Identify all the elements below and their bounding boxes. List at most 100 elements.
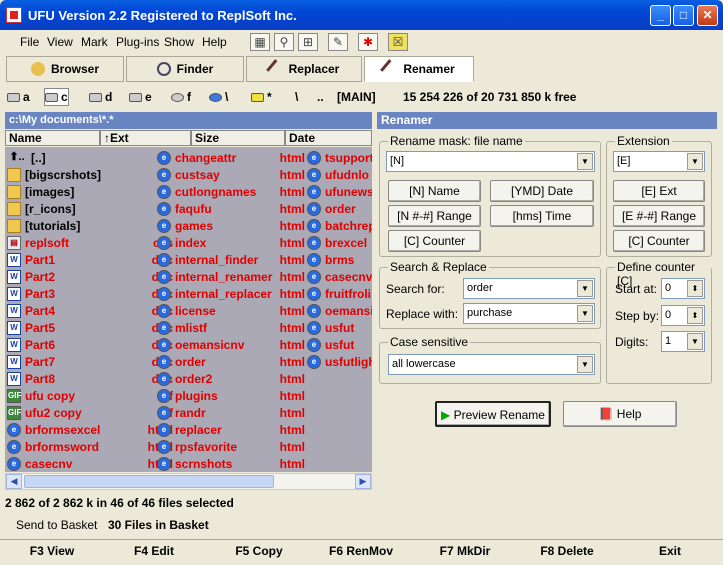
list-item[interactable]: WPart3doc: [7, 285, 179, 302]
preview-rename-button[interactable]: ▶ Preview Rename: [435, 401, 551, 427]
list-item[interactable]: e oemansicnv html: [157, 336, 305, 353]
list-item[interactable]: WPart2doc: [7, 268, 179, 285]
list-item[interactable]: WPart1doc: [7, 251, 179, 268]
list-item[interactable]: e internal_renamer html: [157, 268, 305, 285]
list-item[interactable]: e ufudnlo: [307, 166, 372, 183]
list-item[interactable]: e randr html: [157, 404, 305, 421]
list-item[interactable]: e games html: [157, 217, 305, 234]
date-button[interactable]: [YMD] Date: [490, 180, 594, 202]
pin-icon[interactable]: ⚲: [274, 33, 294, 51]
tree-icon[interactable]: ⊞: [298, 33, 318, 51]
exit-icon[interactable]: ☒: [388, 33, 408, 51]
list-item[interactable]: e brms: [307, 251, 372, 268]
list-item[interactable]: WPart6doc: [7, 336, 179, 353]
list-item[interactable]: e oemansi: [307, 302, 372, 319]
parent-button[interactable]: ..: [316, 88, 325, 106]
col-ext[interactable]: ↑Ext: [100, 130, 191, 146]
list-item[interactable]: WPart8doc: [7, 370, 179, 387]
list-item[interactable]: [bigscrshots]: [7, 166, 179, 183]
list-item[interactable]: WPart7doc: [7, 353, 179, 370]
step-spinner[interactable]: 0 ⬍: [661, 305, 705, 326]
list-item[interactable]: GIFufu2 copygif: [7, 404, 179, 421]
tab-browser[interactable]: Browser: [6, 56, 124, 82]
menu-file[interactable]: File: [20, 35, 39, 49]
list-item[interactable]: e order2 html: [157, 370, 305, 387]
list-item[interactable]: e internal_finder html: [157, 251, 305, 268]
tab-finder[interactable]: Finder: [126, 56, 244, 82]
list-item[interactable]: GIFufu copygif: [7, 387, 179, 404]
maximize-button[interactable]: □: [673, 5, 694, 26]
f7-mkdir-button[interactable]: F7 MkDir: [410, 544, 520, 558]
list-item[interactable]: e casecnv: [307, 268, 372, 285]
close-button[interactable]: ✕: [697, 5, 718, 26]
star-icon[interactable]: ✱: [358, 33, 378, 51]
list-item[interactable]: e usfut: [307, 319, 372, 336]
list-item[interactable]: e batchrep: [307, 217, 372, 234]
list-item[interactable]: ecasecnvhtml: [7, 455, 179, 472]
time-button[interactable]: [hms] Time: [490, 205, 594, 227]
tab-renamer[interactable]: Renamer: [364, 56, 474, 82]
minimize-button[interactable]: _: [650, 5, 671, 26]
list-item[interactable]: e usfut: [307, 336, 372, 353]
horizontal-scrollbar[interactable]: ◀ ▶: [5, 473, 372, 490]
menu-help[interactable]: Help: [202, 35, 227, 49]
name-button[interactable]: [N] Name: [388, 180, 481, 202]
f4-edit-button[interactable]: F4 Edit: [104, 544, 204, 558]
list-item[interactable]: e plugins html: [157, 387, 305, 404]
list-item[interactable]: e custsay html: [157, 166, 305, 183]
list-item[interactable]: [r_icons]: [7, 200, 179, 217]
list-item[interactable]: [images]: [7, 183, 179, 200]
exit-button[interactable]: Exit: [620, 544, 720, 558]
f6-renmov-button[interactable]: F6 RenMov: [314, 544, 408, 558]
drive-c[interactable]: c: [44, 88, 69, 106]
f5-copy-button[interactable]: F5 Copy: [206, 544, 312, 558]
list-item[interactable]: ▤replsoftcss: [7, 234, 179, 251]
list-item[interactable]: ebrformsexcelhtml: [7, 421, 179, 438]
root-button[interactable]: \: [294, 88, 299, 106]
send-to-basket-button[interactable]: Send to Basket: [16, 514, 97, 536]
col-name[interactable]: Name: [5, 130, 100, 146]
list-item[interactable]: e ufunews: [307, 183, 372, 200]
extension-select[interactable]: [E] ▼: [613, 151, 705, 172]
start-spinner[interactable]: 0 ⬍: [661, 278, 705, 299]
list-item[interactable]: e cutlongnames html: [157, 183, 305, 200]
spinner-icon[interactable]: ⬍: [687, 307, 703, 324]
list-item[interactable]: e order: [307, 200, 372, 217]
search-input[interactable]: order ▼: [463, 278, 595, 299]
f8-delete-button[interactable]: F8 Delete: [512, 544, 622, 558]
list-item[interactable]: e internal_replacer html: [157, 285, 305, 302]
list-item[interactable]: e order html: [157, 353, 305, 370]
list-item[interactable]: ebrformswordhtml: [7, 438, 179, 455]
ext-button[interactable]: [E] Ext: [613, 180, 705, 202]
app-icon[interactable]: [6, 7, 22, 23]
list-item[interactable]: e rpsfavorite html: [157, 438, 305, 455]
f3-view-button[interactable]: F3 View: [2, 544, 102, 558]
list-item[interactable]: WPart4doc: [7, 302, 179, 319]
list-item[interactable]: e scrnshots html: [157, 455, 305, 472]
replace-input[interactable]: purchase ▼: [463, 303, 595, 324]
list-item[interactable]: [tutorials]: [7, 217, 179, 234]
scroll-thumb[interactable]: [24, 475, 274, 488]
list-item[interactable]: e changeattr html: [157, 149, 305, 166]
counter-button[interactable]: [C] Counter: [388, 230, 481, 252]
list-item[interactable]: ⬆.. [..]: [7, 149, 179, 166]
col-size[interactable]: Size: [191, 130, 285, 146]
scroll-left-icon[interactable]: ◀: [6, 474, 22, 489]
menu-show[interactable]: Show: [164, 35, 194, 49]
list-item[interactable]: WPart5doc: [7, 319, 179, 336]
list-item[interactable]: e replacer html: [157, 421, 305, 438]
drive-e[interactable]: e: [128, 88, 153, 106]
col-date[interactable]: Date: [285, 130, 372, 146]
menu-plugins[interactable]: Plug-ins: [116, 35, 159, 49]
tab-replacer[interactable]: Replacer: [246, 56, 362, 82]
drive-a[interactable]: a: [6, 88, 31, 106]
ext-range-button[interactable]: [E #-#] Range: [613, 205, 705, 227]
digits-select[interactable]: 1 ▼: [661, 331, 705, 352]
list-item[interactable]: e mlistf html: [157, 319, 305, 336]
menu-view[interactable]: View: [47, 35, 73, 49]
drive-f[interactable]: f: [170, 88, 192, 106]
case-select[interactable]: all lowercase ▼: [388, 354, 595, 375]
help-button[interactable]: 📕 Help: [563, 401, 677, 427]
ext-counter-button[interactable]: [C] Counter: [613, 230, 705, 252]
range-button[interactable]: [N #-#] Range: [388, 205, 481, 227]
